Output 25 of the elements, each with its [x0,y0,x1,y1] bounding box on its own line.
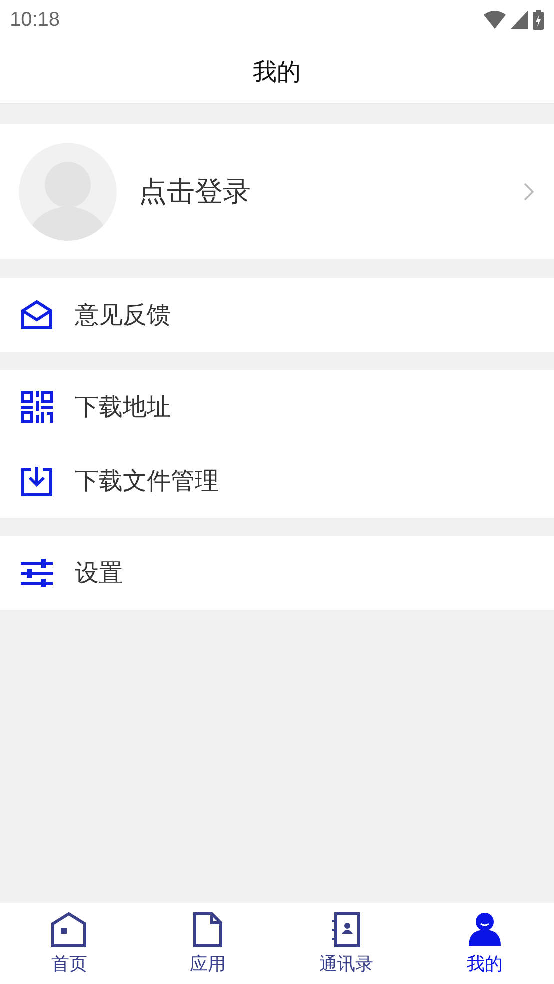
wifi-icon [484,11,506,29]
avatar-icon [19,142,117,240]
battery-icon [533,10,544,30]
status-time: 10:18 [10,8,60,32]
login-text: 点击登录 [139,174,252,210]
login-row[interactable]: 点击登录 [0,124,554,259]
document-icon [192,912,223,948]
chevron-right-icon [524,182,534,200]
house-icon [51,912,88,948]
tab[interactable]: 应用 [138,903,277,984]
menu-item[interactable]: 下载文件管理 [0,444,554,518]
sliders-icon [21,559,53,587]
menu-item[interactable]: 设置 [0,536,554,610]
menu-item[interactable]: 意见反馈 [0,278,554,352]
tab[interactable]: 我的 [416,903,554,984]
tab[interactable]: 通讯录 [277,903,416,984]
qr-code-icon [21,391,53,423]
envelope-icon [21,300,53,330]
menu-item[interactable]: 下载地址 [0,370,554,444]
download-icon [21,465,53,497]
signal-icon [511,11,528,29]
page-title: 我的 [253,56,301,88]
tab[interactable]: 首页 [0,903,138,984]
person-icon [466,912,503,948]
address-book-icon [331,912,362,948]
